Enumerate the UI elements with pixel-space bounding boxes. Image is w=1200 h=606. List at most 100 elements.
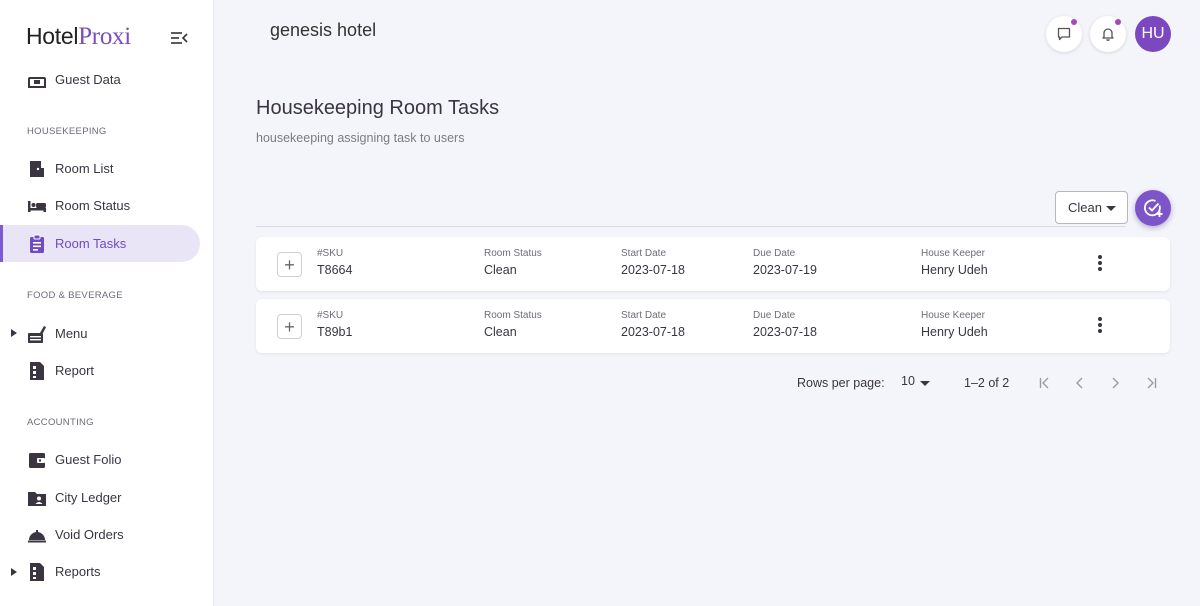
house-keeper-value: Henry Udeh (921, 325, 988, 339)
due-date-cell: Due Date 2023-07-19 (753, 248, 817, 277)
guest-data-icon (27, 70, 47, 90)
sidebar-item-label: Room Status (55, 198, 131, 213)
dropdown-caret-icon (1106, 206, 1116, 211)
page-title: Housekeeping Room Tasks (256, 97, 500, 119)
sidebar-item-guest-folio[interactable]: Guest Folio (0, 441, 200, 478)
rows-per-page-label: Rows per page: (797, 376, 885, 390)
sidebar-item-label: Guest Folio (55, 452, 122, 467)
task-row[interactable]: + #SKU T8664 Room Status Clean Start Dat… (256, 237, 1170, 291)
sidebar-item-label: Report (55, 363, 95, 378)
dropdown-caret-icon (920, 381, 930, 386)
status-filter-select[interactable]: Clean (1055, 191, 1128, 224)
collapse-menu-icon[interactable] (170, 30, 188, 46)
last-page-icon[interactable] (1142, 374, 1160, 392)
sku-value: T89b1 (317, 325, 353, 339)
sidebar-item-void-orders[interactable]: Void Orders (0, 516, 200, 553)
column-label: House Keeper (921, 248, 985, 259)
food-tray-icon (27, 324, 47, 344)
sidebar-item-guest-data[interactable]: Guest Data (0, 61, 200, 98)
room-status-value: Clean (484, 325, 517, 339)
column-label: Due Date (753, 310, 796, 321)
wallet-icon (27, 450, 47, 470)
pagination-range: 1–2 of 2 (964, 376, 1010, 390)
rows-per-page-select[interactable]: 10 (901, 374, 933, 392)
house-keeper-cell: House Keeper Henry Udeh (921, 310, 988, 339)
sidebar-item-room-tasks[interactable]: Room Tasks (0, 225, 200, 262)
add-task-button[interactable] (1135, 190, 1171, 226)
sidebar-item-report[interactable]: Report (0, 352, 200, 389)
next-page-icon[interactable] (1106, 374, 1124, 392)
brand-logo[interactable]: HotelProxi (26, 22, 131, 52)
first-page-icon[interactable] (1036, 374, 1054, 392)
expand-row-button[interactable]: + (277, 314, 302, 339)
door-icon (27, 159, 47, 179)
sidebar-item-label: Reports (55, 564, 101, 579)
room-status-cell: Room Status Clean (484, 310, 542, 339)
due-date-value: 2023-07-18 (753, 325, 817, 339)
chat-icon (1057, 27, 1071, 41)
brand-name-part-1: Hotel (26, 23, 79, 49)
house-keeper-value: Henry Udeh (921, 263, 988, 277)
start-date-value: 2023-07-18 (621, 325, 685, 339)
column-label: Room Status (484, 248, 542, 259)
sku-value: T8664 (317, 263, 353, 277)
bell-icon (1102, 28, 1114, 41)
sidebar-item-label: Guest Data (55, 72, 121, 87)
plus-icon: + (284, 316, 295, 337)
expand-row-button[interactable]: + (277, 252, 302, 277)
task-row[interactable]: + #SKU T89b1 Room Status Clean Start Dat… (256, 299, 1170, 353)
due-date-cell: Due Date 2023-07-18 (753, 310, 817, 339)
start-date-cell: Start Date 2023-07-18 (621, 310, 685, 339)
notification-dot (1071, 19, 1077, 25)
column-label: Start Date (621, 310, 667, 321)
sidebar-item-reports[interactable]: Reports (0, 553, 200, 590)
house-keeper-cell: House Keeper Henry Udeh (921, 248, 988, 277)
column-label: Start Date (621, 248, 667, 259)
room-status-value: Clean (484, 263, 517, 277)
brand-name-part-2: Proxi (78, 23, 131, 50)
sidebar-item-label: City Ledger (55, 490, 122, 505)
sidebar-item-menu[interactable]: Menu (0, 315, 200, 352)
report-icon (27, 361, 47, 381)
sidebar-item-label: Void Orders (55, 527, 124, 542)
previous-page-icon[interactable] (1071, 374, 1089, 392)
sku-cell: #SKU T89b1 (317, 310, 352, 339)
sidebar-item-room-list[interactable]: Room List (0, 150, 200, 187)
section-label-accounting: ACCOUNTING (27, 417, 94, 428)
notifications-button[interactable] (1090, 16, 1126, 52)
messages-button[interactable] (1046, 16, 1082, 52)
clipboard-icon (27, 234, 47, 254)
column-label: Room Status (484, 310, 542, 321)
user-avatar[interactable]: HU (1135, 16, 1171, 52)
room-service-icon (27, 525, 47, 545)
sidebar-item-city-ledger[interactable]: City Ledger (0, 479, 200, 516)
sidebar-item-label: Menu (55, 326, 88, 341)
sidebar: HotelProxi Guest Data HOUSEKEEPING Room … (0, 0, 214, 606)
start-date-cell: Start Date 2023-07-18 (621, 248, 685, 277)
page-subtitle: housekeeping assigning task to users (256, 131, 465, 145)
sidebar-item-label: Room Tasks (55, 236, 127, 251)
column-label: Due Date (753, 248, 796, 259)
hotel-name: genesis hotel (270, 20, 377, 40)
more-options-icon[interactable] (1094, 315, 1106, 335)
sidebar-item-room-status[interactable]: Room Status (0, 187, 200, 224)
section-label-housekeeping: HOUSEKEEPING (27, 126, 107, 137)
report-icon (27, 562, 47, 582)
column-label: #SKU (317, 248, 344, 259)
room-status-cell: Room Status Clean (484, 248, 542, 277)
add-task-check-icon (1144, 199, 1163, 217)
due-date-value: 2023-07-19 (753, 263, 817, 277)
divider (256, 226, 1126, 227)
sidebar-item-label: Room List (55, 161, 114, 176)
start-date-value: 2023-07-18 (621, 263, 685, 277)
sku-cell: #SKU T8664 (317, 248, 352, 277)
status-filter-value: Clean (1068, 200, 1102, 215)
rows-per-page-value: 10 (901, 374, 915, 388)
plus-icon: + (284, 254, 295, 275)
column-label: #SKU (317, 310, 344, 321)
bed-icon (27, 196, 47, 216)
section-label-food-beverage: FOOD & BEVERAGE (27, 290, 123, 301)
notification-dot (1115, 19, 1121, 25)
more-options-icon[interactable] (1094, 253, 1106, 273)
folder-account-icon (27, 488, 47, 508)
